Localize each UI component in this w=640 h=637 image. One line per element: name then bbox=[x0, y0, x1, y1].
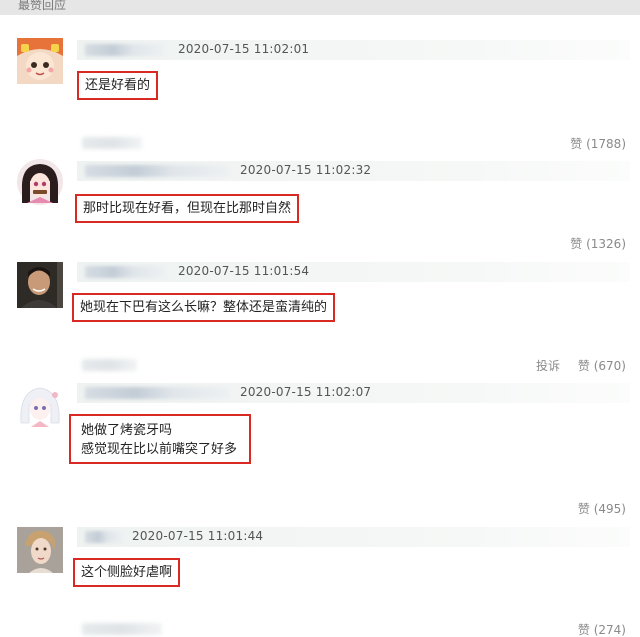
like-button[interactable]: 赞 (274) bbox=[578, 621, 626, 637]
comment-timestamp: 2020-07-15 11:02:32 bbox=[240, 163, 372, 177]
report-button[interactable]: 投诉 bbox=[536, 357, 560, 374]
username-redacted[interactable] bbox=[85, 44, 165, 56]
anime-girl-avatar[interactable] bbox=[17, 38, 63, 84]
comment-content: 还是好看的 bbox=[77, 71, 159, 100]
comment-content: 她做了烤瓷牙吗 感觉现在比以前嘴突了好多 bbox=[69, 414, 252, 464]
comment-meta: 2020-07-15 11:02:32 bbox=[77, 161, 630, 181]
section-header: 最赞回应 bbox=[0, 0, 640, 15]
like-button[interactable]: 赞 (495) bbox=[578, 500, 626, 517]
comment-timestamp: 2020-07-15 11:01:54 bbox=[178, 264, 310, 278]
comment-meta: 2020-07-15 11:01:54 bbox=[77, 262, 630, 282]
comment-timestamp: 2020-07-15 11:02:01 bbox=[178, 42, 310, 56]
username-redacted[interactable] bbox=[85, 165, 230, 177]
comment-meta: 2020-07-15 11:02:01 bbox=[77, 40, 630, 60]
reply-redacted bbox=[82, 359, 137, 371]
comment-actions: 投诉 赞 (670) bbox=[77, 356, 630, 374]
comment-content: 那时比现在好看，但现在比那时自然 bbox=[75, 194, 300, 223]
comment-content: 她现在下巴有这么长嘛？整体还是蛮清纯的 bbox=[72, 293, 336, 322]
white-hair-anime-avatar[interactable] bbox=[17, 383, 63, 429]
like-button[interactable]: 赞 (1326) bbox=[570, 235, 626, 252]
username-redacted[interactable] bbox=[85, 266, 165, 278]
comment-line: 那时比现在好看，但现在比那时自然 bbox=[83, 201, 292, 216]
anime-girl-dark-hair-avatar[interactable] bbox=[17, 159, 63, 205]
like-button[interactable]: 赞 (1788) bbox=[570, 135, 626, 152]
man-photo-avatar[interactable] bbox=[17, 262, 63, 308]
comment-line: 感觉现在比以前嘴突了好多 bbox=[81, 442, 238, 457]
comment-meta: 2020-07-15 11:02:07 bbox=[77, 383, 630, 403]
comment-line: 她现在下巴有这么长嘛？整体还是蛮清纯的 bbox=[80, 300, 328, 315]
like-button[interactable]: 赞 (670) bbox=[578, 357, 626, 374]
woman-photo-avatar[interactable] bbox=[17, 527, 63, 573]
comment-timestamp: 2020-07-15 11:01:44 bbox=[132, 529, 264, 543]
comment-actions: 赞 (1326) bbox=[77, 234, 630, 252]
comment-meta: 2020-07-15 11:01:44 bbox=[77, 527, 630, 547]
comment-actions: 赞 (1788) bbox=[77, 134, 630, 152]
comment-actions: 赞 (274) bbox=[77, 620, 630, 637]
comment-line: 这个侧脸好虐啊 bbox=[81, 565, 173, 580]
comment-actions: 赞 (495) bbox=[77, 499, 630, 517]
section-title: 最赞回应 bbox=[18, 0, 67, 12]
comment-line: 还是好看的 bbox=[85, 78, 151, 93]
comment-line: 她做了烤瓷牙吗 bbox=[81, 423, 173, 438]
comment-timestamp: 2020-07-15 11:02:07 bbox=[240, 385, 372, 399]
reply-redacted bbox=[82, 137, 142, 149]
reply-redacted bbox=[82, 623, 162, 635]
username-redacted[interactable] bbox=[85, 531, 123, 543]
username-redacted[interactable] bbox=[85, 387, 230, 399]
comment-content: 这个侧脸好虐啊 bbox=[73, 558, 181, 587]
